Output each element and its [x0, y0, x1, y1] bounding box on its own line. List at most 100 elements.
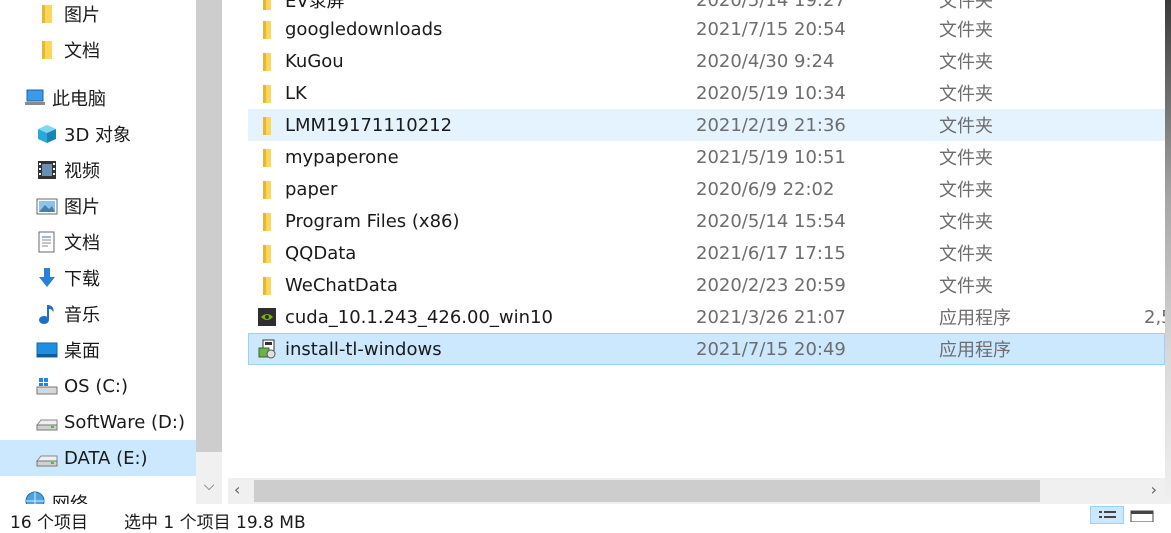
file-type: 文件夹	[939, 116, 993, 137]
file-name: EV录屏	[285, 0, 345, 12]
file-date: 2020/2/23 20:59	[696, 274, 846, 296]
background-window-edge	[1165, 0, 1171, 504]
file-row[interactable]: QQData 2021/6/17 17:15 文件夹	[248, 237, 1165, 269]
nav-item-label: DATA (E:)	[64, 447, 148, 469]
file-date: 2021/5/19 10:51	[696, 146, 846, 168]
horizontal-scrollbar[interactable]: ‹ ›	[228, 478, 1165, 504]
nav-item-3d-objects[interactable]: 3D 对象	[0, 116, 196, 152]
file-name: install-tl-windows	[285, 338, 442, 360]
folder-icon	[263, 181, 271, 199]
scrollbar-thumb[interactable]	[254, 480, 1040, 502]
nav-item-this-pc[interactable]: 此电脑	[0, 80, 196, 116]
nav-item-desktop[interactable]: 桌面	[0, 332, 196, 368]
file-name: cuda_10.1.243_426.00_win10	[285, 306, 553, 328]
file-row[interactable]: cuda_10.1.243_426.00_win10 2021/3/26 21:…	[248, 301, 1165, 333]
chevron-left-icon[interactable]: ‹	[234, 480, 240, 499]
file-type: 文件夹	[939, 0, 993, 12]
nav-item-label: 桌面	[64, 341, 100, 362]
nav-item-label: 图片	[64, 197, 100, 218]
file-type: 文件夹	[939, 52, 993, 73]
nav-item-pictures-quick[interactable]: 图片	[0, 0, 196, 32]
nav-item-drive-c[interactable]: OS (C:)	[0, 368, 196, 404]
file-date: 2021/7/15 20:49	[696, 338, 846, 360]
folder-icon	[263, 149, 271, 167]
file-date: 2020/4/30 9:24	[696, 50, 835, 72]
computer-icon	[25, 89, 45, 105]
nav-item-drive-d[interactable]: SoftWare (D:)	[0, 404, 196, 440]
folder-icon	[263, 0, 271, 10]
file-date: 2021/2/19 21:36	[696, 114, 846, 136]
file-row[interactable]: WeChatData 2020/2/23 20:59 文件夹	[248, 269, 1165, 301]
folder-icon	[263, 245, 271, 263]
navigation-scrollbar[interactable]: ⌵	[196, 0, 222, 504]
nav-item-pictures[interactable]: 图片	[0, 188, 196, 224]
nav-item-label: 音乐	[64, 305, 100, 326]
navigation-pane: 图片 文档 此电脑 3D 对象 视频 图片 文档 下载 音乐 桌面 OS (C:…	[0, 0, 196, 504]
nav-item-label: SoftWare (D:)	[64, 411, 185, 433]
nav-item-network[interactable]: 网络	[0, 488, 196, 504]
selection-info: 选中 1 个项目 19.8 MB	[124, 513, 306, 533]
nav-item-label: 网络	[52, 490, 88, 504]
network-icon	[25, 491, 45, 504]
music-note-icon	[39, 305, 54, 324]
chevron-down-icon[interactable]: ⌵	[200, 478, 218, 498]
drive-icon	[36, 455, 58, 467]
file-name: QQData	[285, 242, 357, 264]
file-name: Program Files (x86)	[285, 210, 460, 232]
file-name: KuGou	[285, 50, 344, 72]
folder-icon	[263, 117, 271, 135]
file-name: WeChatData	[285, 274, 398, 296]
details-view-button[interactable]	[1090, 506, 1124, 524]
chevron-right-icon[interactable]: ›	[1151, 480, 1157, 499]
nav-item-label: 视频	[64, 161, 100, 182]
video-icon	[38, 161, 56, 179]
pictures-icon	[36, 198, 58, 215]
folder-icon	[42, 5, 52, 23]
folder-icon	[263, 53, 271, 71]
nav-item-documents[interactable]: 文档	[0, 224, 196, 260]
nav-item-documents-quick[interactable]: 文档	[0, 32, 196, 68]
large-icons-view-button[interactable]	[1128, 506, 1162, 524]
file-date: 2020/5/14 19:27	[696, 0, 846, 11]
file-type: 应用程序	[939, 340, 1011, 361]
nav-item-downloads[interactable]: 下载	[0, 260, 196, 296]
desktop-icon	[36, 342, 58, 358]
nav-item-label: OS (C:)	[64, 375, 128, 397]
details-view-icon	[1099, 511, 1116, 518]
file-row-hovered[interactable]: LMM19171110212 2021/2/19 21:36 文件夹	[248, 109, 1165, 141]
file-size: 2,5	[1144, 306, 1165, 328]
file-date: 2021/7/15 20:54	[696, 18, 846, 40]
file-date: 2020/5/14 15:54	[696, 210, 846, 232]
windows-drive-icon	[36, 378, 58, 395]
file-row[interactable]: LK 2020/5/19 10:34 文件夹	[248, 77, 1165, 109]
file-type: 文件夹	[939, 276, 993, 297]
file-row[interactable]: paper 2020/6/9 22:02 文件夹	[248, 173, 1165, 205]
drive-icon	[36, 419, 58, 431]
nav-item-label: 此电脑	[52, 89, 106, 110]
documents-icon	[38, 231, 55, 253]
nav-item-videos[interactable]: 视频	[0, 152, 196, 188]
file-row[interactable]: Program Files (x86) 2020/5/14 15:54 文件夹	[248, 205, 1165, 237]
file-row[interactable]: KuGou 2020/4/30 9:24 文件夹	[248, 45, 1165, 77]
item-count: 16 个项目	[10, 513, 89, 533]
nav-item-music[interactable]: 音乐	[0, 296, 196, 332]
scrollbar-thumb[interactable]	[196, 0, 222, 452]
file-list: EV录屏 2020/5/14 19:27 文件夹 googledownloads…	[228, 0, 1165, 478]
file-name: LK	[285, 82, 307, 104]
folder-icon	[263, 21, 271, 39]
file-type: 应用程序	[939, 308, 1011, 329]
folder-icon	[263, 277, 271, 295]
file-row-selected[interactable]: install-tl-windows 2021/7/15 20:49 应用程序	[248, 333, 1165, 365]
status-bar: 16 个项目 选中 1 个项目 19.8 MB	[0, 504, 1171, 533]
nav-item-drive-e[interactable]: DATA (E:)	[0, 440, 196, 476]
nav-item-label: 文档	[64, 41, 100, 62]
file-name: paper	[285, 178, 338, 200]
file-row[interactable]: mypaperone 2021/5/19 10:51 文件夹	[248, 141, 1165, 173]
nvidia-app-icon	[258, 308, 276, 326]
folder-icon	[42, 41, 52, 59]
file-row[interactable]: googledownloads 2021/7/15 20:54 文件夹	[248, 13, 1165, 45]
nav-item-label: 下载	[64, 269, 100, 290]
large-icons-view-icon	[1130, 510, 1154, 523]
file-type: 文件夹	[939, 20, 993, 41]
folder-icon	[263, 213, 271, 231]
